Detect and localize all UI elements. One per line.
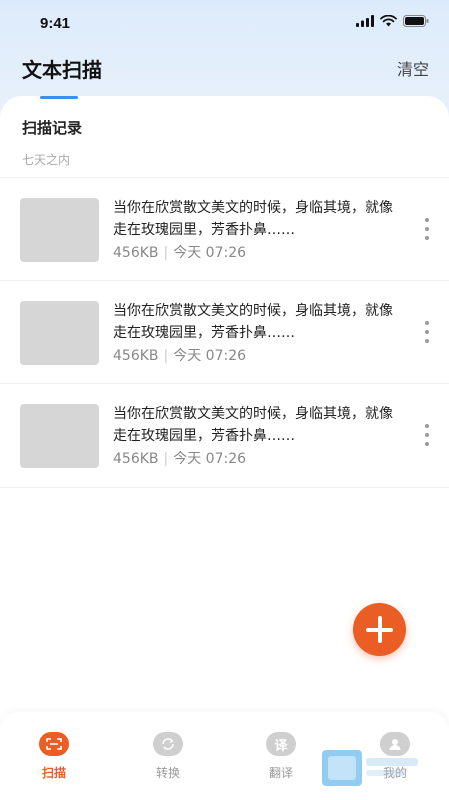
tab-translate[interactable]: 译 翻译: [246, 732, 316, 782]
record-time: 今天 07:26: [173, 245, 247, 261]
status-bar: 9:41: [0, 0, 449, 44]
record-meta: 456KB | 今天 07:26: [113, 345, 246, 365]
section-title: 扫描记录: [22, 119, 83, 137]
record-meta: 456KB | 今天 07:26: [113, 242, 246, 262]
header: 文本扫描 清空: [0, 44, 449, 94]
watermark-logo: [322, 750, 418, 786]
record-thumbnail: [20, 300, 99, 365]
translate-icon: 译: [266, 732, 296, 756]
tab-label: 转换: [155, 766, 180, 780]
record-size: 456KB: [113, 347, 159, 364]
meta-divider: |: [163, 347, 169, 364]
record-text: 当你在欣赏散文美文的时候，身临其境，就像走在玫瑰园里，芳香扑鼻……: [113, 200, 393, 238]
tab-label: 翻译: [268, 766, 293, 780]
more-icon[interactable]: [423, 320, 431, 343]
tab-scan[interactable]: 扫描: [19, 732, 89, 782]
record-meta: 456KB | 今天 07:26: [113, 448, 246, 468]
status-time: 9:41: [40, 15, 71, 32]
record-size: 456KB: [113, 245, 159, 261]
record-size: 456KB: [113, 451, 159, 467]
scan-icon: [39, 732, 69, 756]
section-subtitle: 七天之内: [22, 153, 71, 167]
record-time: 今天 07:26: [173, 451, 247, 467]
add-scan-button[interactable]: [353, 603, 406, 656]
battery-icon: [403, 15, 429, 27]
list-item[interactable]: 当你在欣赏散文美文的时候，身临其境，就像走在玫瑰园里，芳香扑鼻…… 456KB |…: [0, 281, 449, 384]
record-thumbnail: [20, 198, 99, 262]
meta-divider: |: [163, 451, 169, 467]
tab-convert[interactable]: 转换: [133, 732, 203, 782]
more-icon[interactable]: [423, 424, 431, 446]
record-text: 当你在欣赏散文美文的时候，身临其境，就像走在玫瑰园里，芳香扑鼻……: [113, 302, 393, 341]
record-thumbnail: [20, 404, 99, 468]
cellular-signal-icon: [356, 15, 374, 27]
record-list: 当你在欣赏散文美文的时候，身临其境，就像走在玫瑰园里，芳香扑鼻…… 456KB |…: [0, 177, 449, 488]
page-title: 文本扫描: [22, 58, 102, 82]
list-item[interactable]: 当你在欣赏散文美文的时候，身临其境，就像走在玫瑰园里，芳香扑鼻…… 456KB |…: [0, 384, 449, 488]
more-icon[interactable]: [423, 218, 431, 240]
convert-icon: [153, 732, 183, 756]
wifi-icon: [380, 15, 397, 27]
clear-button[interactable]: 清空: [397, 56, 429, 80]
record-text: 当你在欣赏散文美文的时候，身临其境，就像走在玫瑰园里，芳香扑鼻……: [113, 406, 393, 444]
list-item[interactable]: 当你在欣赏散文美文的时候，身临其境，就像走在玫瑰园里，芳香扑鼻…… 456KB |…: [0, 177, 449, 281]
tab-indicator: [40, 96, 78, 99]
record-time: 今天 07:26: [173, 347, 247, 364]
meta-divider: |: [163, 245, 169, 261]
status-icons: [356, 15, 429, 27]
tab-label: 扫描: [41, 766, 66, 780]
